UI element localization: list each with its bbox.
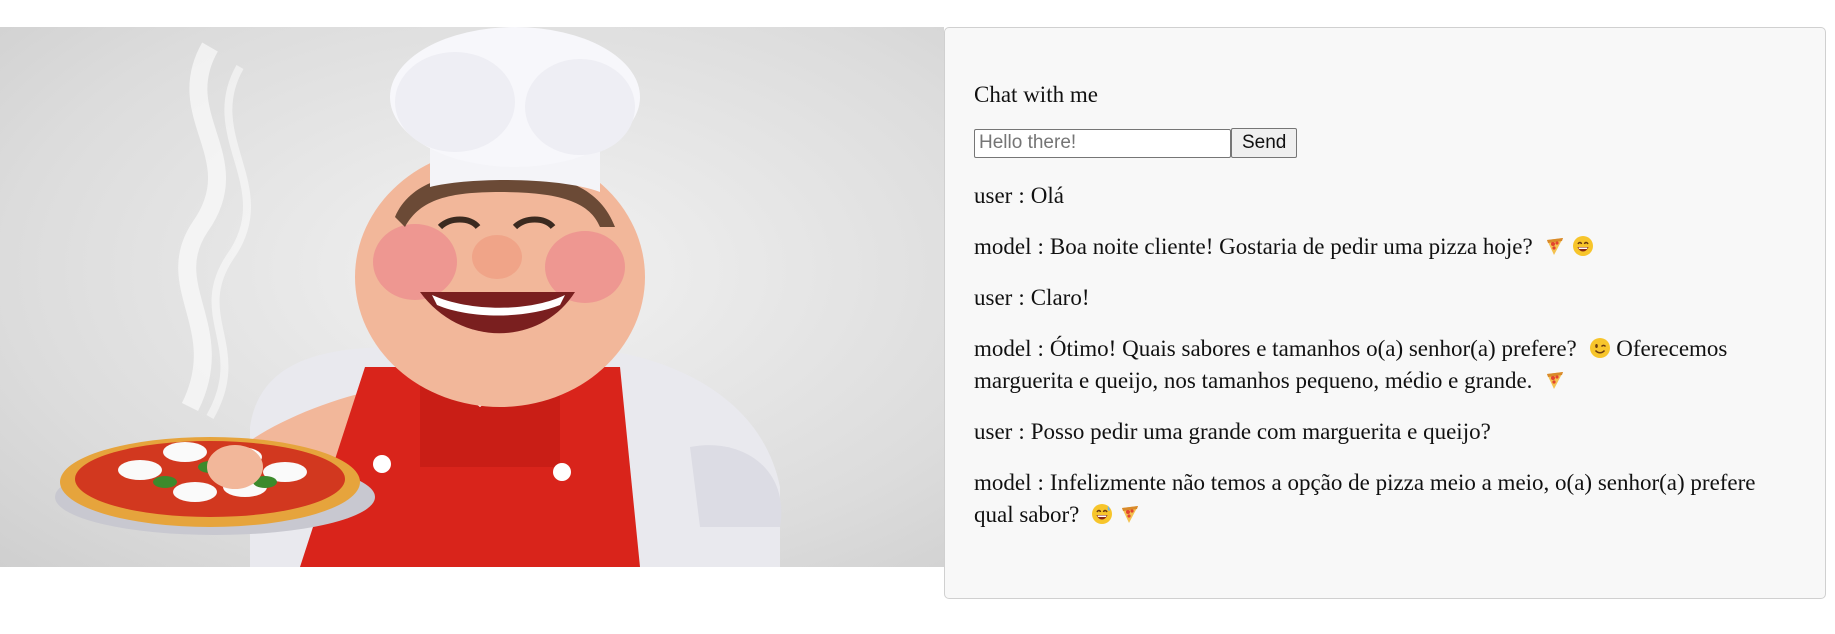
message-text: Posso pedir uma grande com marguerita e …	[1030, 419, 1491, 444]
sweat-smile-emoji	[1092, 504, 1113, 524]
pizza-emoji	[1122, 506, 1139, 523]
role-separator: :	[1037, 234, 1044, 259]
message-role: user	[974, 285, 1013, 310]
message-text: Boa noite cliente! Gostaria de pedir uma…	[1049, 234, 1533, 259]
message-text: Claro!	[1030, 285, 1090, 310]
grinning-emoji	[1573, 236, 1594, 256]
message-role: user	[974, 419, 1013, 444]
pizza-emoji	[1547, 238, 1564, 255]
chat-input[interactable]	[974, 128, 1231, 158]
winking-emoji	[1589, 338, 1610, 358]
role-separator: :	[1037, 336, 1044, 361]
message-list: user: Olá model: Boa noite cliente! Gostar…	[974, 180, 1797, 531]
chat-form: Send	[974, 128, 1797, 158]
message-role: user	[974, 183, 1013, 208]
message-role: model	[974, 336, 1032, 361]
message-role: model	[974, 470, 1032, 495]
message-text: Ótimo! Quais sabores e tamanhos o(a) sen…	[1049, 336, 1577, 361]
message-user: user: Posso pedir uma grande com margueri…	[974, 416, 1797, 448]
chef-pizza-image	[55, 27, 782, 567]
message-user: user: Olá	[974, 180, 1797, 212]
message-user: user: Claro!	[974, 282, 1797, 314]
role-separator: :	[1018, 419, 1025, 444]
message-model: model: Infelizmente não temos a opção de …	[974, 467, 1797, 531]
message-model: model: Ótimo! Quais sabores e tamanhos o(…	[974, 333, 1797, 397]
message-role: model	[974, 234, 1032, 259]
message-text: Olá	[1030, 183, 1064, 208]
role-separator: :	[1037, 470, 1044, 495]
send-button[interactable]: Send	[1231, 128, 1298, 158]
chat-panel: Chat with me Send user:Olá model:Boa noi…	[944, 27, 1826, 599]
pizza-emoji	[1547, 372, 1564, 389]
role-separator: :	[1018, 183, 1025, 208]
message-model: model: Boa noite cliente! Gostaria de ped…	[974, 231, 1797, 263]
chef-illustration	[0, 27, 944, 567]
chat-title: Chat with me	[974, 82, 1098, 107]
role-separator: :	[1018, 285, 1025, 310]
